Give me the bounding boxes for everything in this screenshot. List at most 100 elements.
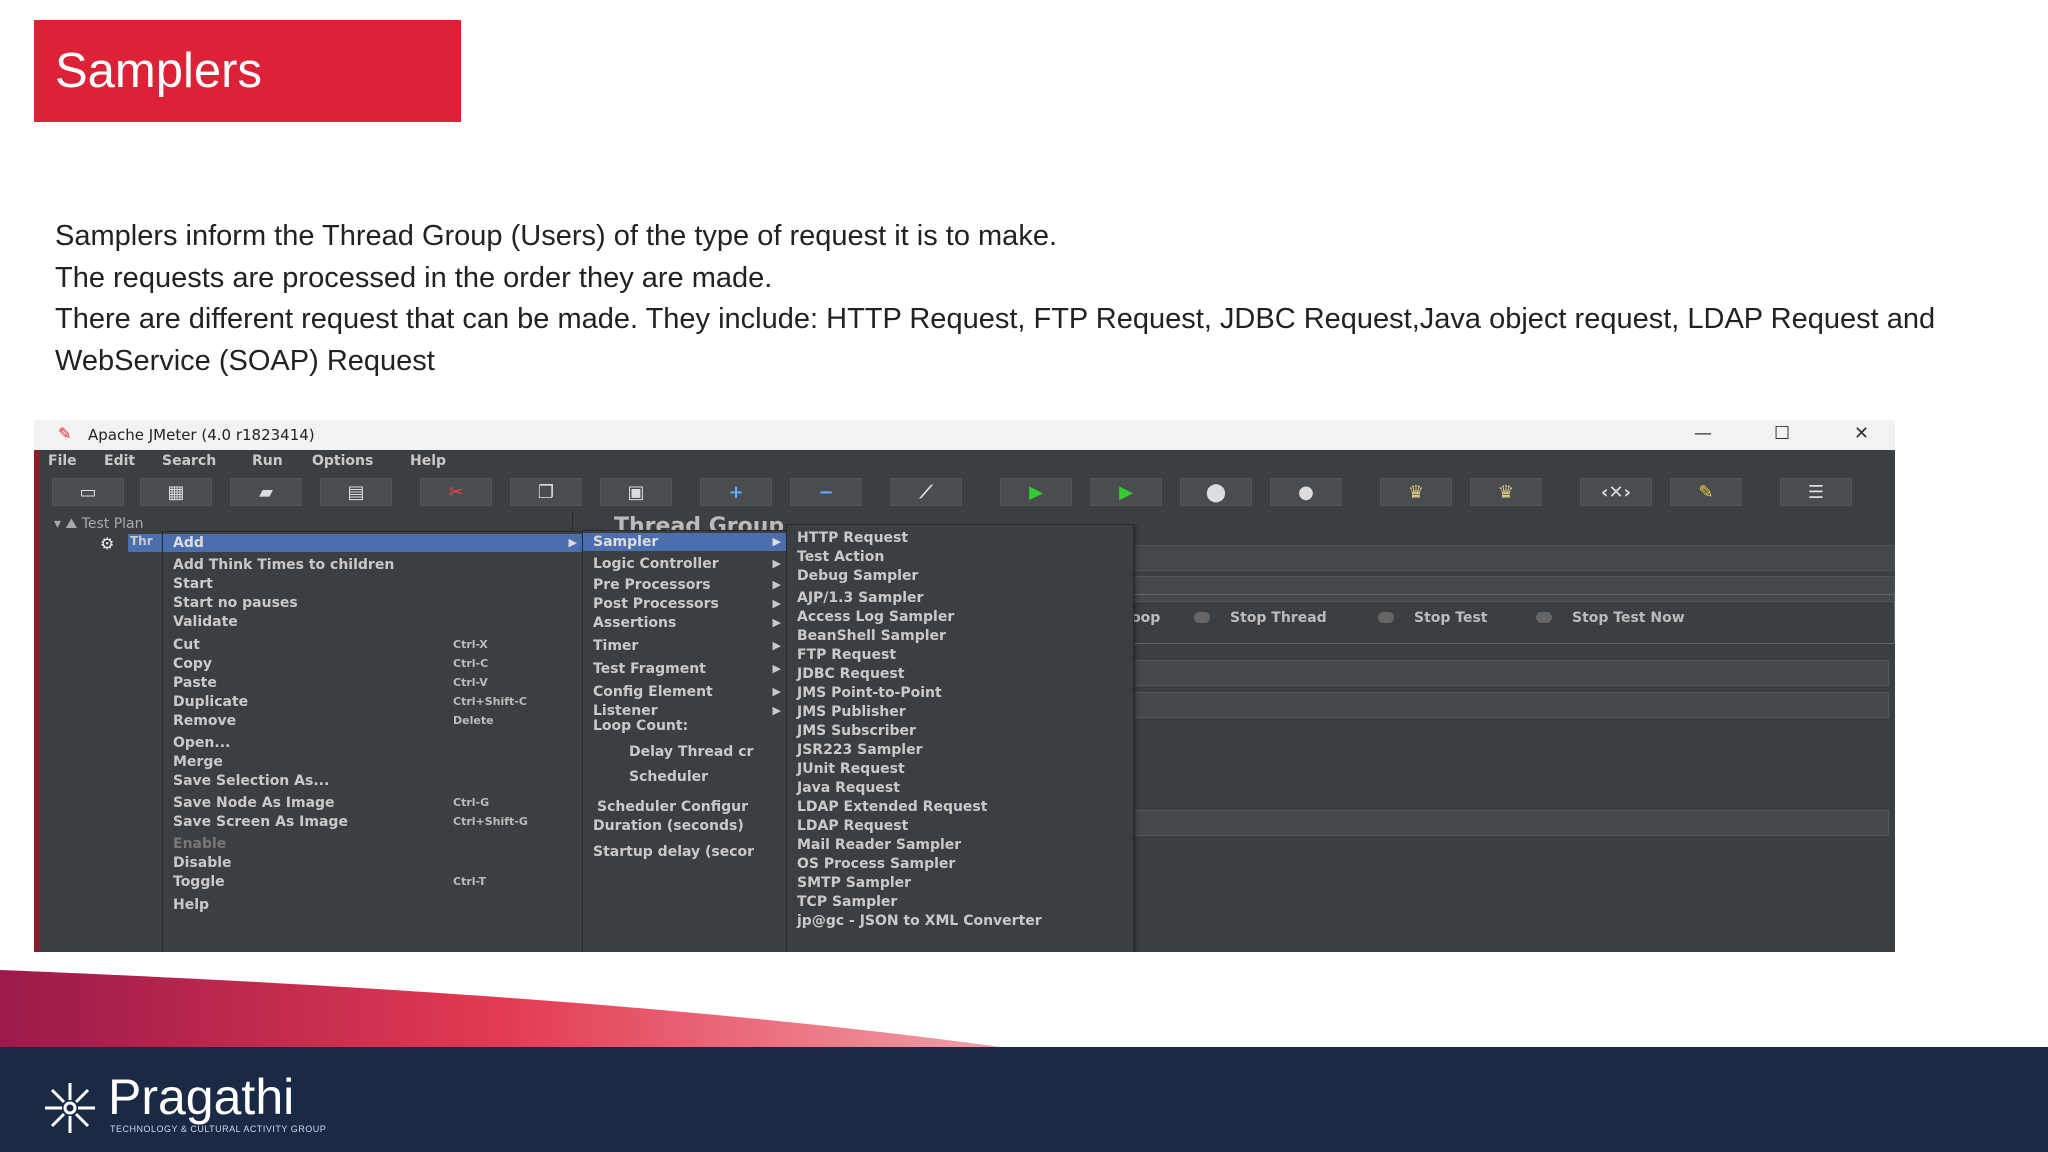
sampler-item[interactable]: JUnit Request bbox=[787, 760, 1133, 778]
close-icon[interactable]: ✕ bbox=[1854, 423, 1869, 444]
brand-tagline: TECHNOLOGY & CULTURAL ACTIVITY GROUP bbox=[110, 1124, 327, 1134]
submenu-item-pre-processors[interactable]: Pre Processors ▶ bbox=[583, 576, 787, 594]
sampler-item[interactable]: jp@gc - JSON to XML Converter bbox=[787, 912, 1133, 930]
sampler-item[interactable]: HTTP Request bbox=[787, 529, 1133, 547]
sampler-item[interactable]: JMS Publisher bbox=[787, 703, 1133, 721]
collapse-icon[interactable]: − bbox=[790, 478, 862, 506]
menu-item-help[interactable]: Help bbox=[163, 896, 583, 914]
new-icon[interactable]: ▭ bbox=[52, 478, 124, 506]
open-icon[interactable]: ▰ bbox=[230, 478, 302, 506]
menu-item-toggle[interactable]: Toggle Ctrl-T bbox=[163, 873, 583, 891]
scheduler-config-label: Scheduler Configur bbox=[597, 799, 749, 815]
sampler-item[interactable]: Debug Sampler bbox=[787, 567, 1133, 585]
sampler-item[interactable]: LDAP Request bbox=[787, 817, 1133, 835]
delay-thread-label[interactable]: Delay Thread cr bbox=[583, 743, 787, 761]
submenu-item-test-fragment[interactable]: Test Fragment ▶ bbox=[583, 660, 787, 678]
option-loop[interactable]: oop bbox=[1131, 610, 1160, 626]
menu-options[interactable]: Options bbox=[312, 453, 373, 469]
sampler-item[interactable]: Java Request bbox=[787, 779, 1133, 797]
expand-icon[interactable]: + bbox=[700, 478, 772, 506]
option-stop-test[interactable]: Stop Test bbox=[1414, 610, 1488, 626]
stop-icon[interactable]: ⬤ bbox=[1180, 478, 1252, 506]
sampler-item[interactable]: OS Process Sampler bbox=[787, 855, 1133, 873]
sampler-item[interactable]: Test Action bbox=[787, 548, 1133, 566]
sampler-item[interactable]: Mail Reader Sampler bbox=[787, 836, 1133, 854]
option-stop-thread[interactable]: Stop Thread bbox=[1230, 610, 1327, 626]
cut-icon[interactable]: ✂ bbox=[420, 478, 492, 506]
search-icon[interactable]: ‹✕› bbox=[1580, 478, 1652, 506]
threads-field[interactable] bbox=[1129, 660, 1889, 686]
submenu-item-assertions[interactable]: Assertions ▶ bbox=[583, 614, 787, 632]
menu-item-open[interactable]: Open... bbox=[163, 734, 583, 752]
function-helper-icon[interactable]: ☰ bbox=[1780, 478, 1852, 506]
sampler-item[interactable]: FTP Request bbox=[787, 646, 1133, 664]
templates-icon[interactable]: ▦ bbox=[140, 478, 212, 506]
tree-root-label: Test Plan bbox=[81, 516, 144, 532]
sampler-item[interactable]: JMS Point-to-Point bbox=[787, 684, 1133, 702]
sampler-item[interactable]: Access Log Sampler bbox=[787, 608, 1133, 626]
menu-item-remove[interactable]: Remove Delete bbox=[163, 712, 583, 730]
menu-item-paste[interactable]: Paste Ctrl-V bbox=[163, 674, 583, 692]
radio-stop-thread[interactable] bbox=[1194, 612, 1210, 623]
paste-icon[interactable]: ▣ bbox=[600, 478, 672, 506]
paragraph-1: Samplers inform the Thread Group (Users)… bbox=[55, 220, 1058, 252]
menubar: File Edit Search Run Options Help bbox=[34, 450, 1895, 473]
menu-item-save-screen-image[interactable]: Save Screen As Image Ctrl+Shift-G bbox=[163, 813, 583, 831]
tree-root[interactable]: ▾ ⛰ Test Plan bbox=[54, 516, 144, 532]
rampup-field[interactable] bbox=[1129, 692, 1889, 718]
sampler-item[interactable]: JSR223 Sampler bbox=[787, 741, 1133, 759]
menu-file[interactable]: File bbox=[48, 453, 77, 469]
menu-item-disable[interactable]: Disable bbox=[163, 854, 583, 872]
clear-all-icon[interactable]: ♛ bbox=[1470, 478, 1542, 506]
name-field[interactable] bbox=[1129, 545, 1895, 571]
submenu-item-config-element[interactable]: Config Element ▶ bbox=[583, 683, 787, 701]
menu-item-start[interactable]: Start bbox=[163, 575, 583, 593]
decorative-swoosh bbox=[0, 970, 1000, 1047]
sampler-item[interactable]: JMS Subscriber bbox=[787, 722, 1133, 740]
copy-icon[interactable]: ❐ bbox=[510, 478, 582, 506]
menu-item-save-node-image[interactable]: Save Node As Image Ctrl-G bbox=[163, 794, 583, 812]
scheduler-label[interactable]: Scheduler bbox=[583, 768, 787, 786]
menu-item-copy[interactable]: Copy Ctrl-C bbox=[163, 655, 583, 673]
menu-help[interactable]: Help bbox=[410, 453, 446, 469]
shutdown-icon[interactable]: ● bbox=[1270, 478, 1342, 506]
sampler-item[interactable]: AJP/1.3 Sampler bbox=[787, 589, 1133, 607]
slide-body: Samplers inform the Thread Group (Users)… bbox=[55, 216, 1955, 382]
clear-icon[interactable]: ♛ bbox=[1380, 478, 1452, 506]
submenu-item-sampler[interactable]: Sampler ▶ bbox=[583, 533, 787, 551]
startup-delay-field[interactable] bbox=[1129, 810, 1889, 836]
menu-item-add[interactable]: Add ▶ bbox=[163, 534, 583, 552]
start-no-pauses-icon[interactable]: ▶ bbox=[1090, 478, 1162, 506]
sampler-item[interactable]: LDAP Extended Request bbox=[787, 798, 1133, 816]
menu-item-start-no-pauses[interactable]: Start no pauses bbox=[163, 594, 583, 612]
menu-item-cut[interactable]: Cut Ctrl-X bbox=[163, 636, 583, 654]
minimize-icon[interactable]: — bbox=[1694, 423, 1712, 444]
loop-count-label: Loop Count: bbox=[593, 718, 689, 734]
sampler-item[interactable]: JDBC Request bbox=[787, 665, 1133, 683]
menu-item-save-selection[interactable]: Save Selection As... bbox=[163, 772, 583, 790]
radio-stop-test[interactable] bbox=[1378, 612, 1394, 623]
toolbar: ▭ ▦ ▰ ▤ ✂ ❐ ▣ + − ⟋ ▶ ▶ ⬤ ● ♛ ♛ ‹✕› ✎ ☰ bbox=[34, 472, 1895, 513]
sampler-item[interactable]: BeanShell Sampler bbox=[787, 627, 1133, 645]
menu-item-duplicate[interactable]: Duplicate Ctrl+Shift-C bbox=[163, 693, 583, 711]
radio-stop-test-now[interactable] bbox=[1536, 612, 1552, 623]
submenu-item-post-processors[interactable]: Post Processors ▶ bbox=[583, 595, 787, 613]
menu-edit[interactable]: Edit bbox=[104, 453, 135, 469]
context-menu: Add ▶ Add Think Times to children Start S… bbox=[162, 531, 584, 952]
start-icon[interactable]: ▶ bbox=[1000, 478, 1072, 506]
option-stop-test-now[interactable]: Stop Test Now bbox=[1572, 610, 1685, 626]
footer-bar bbox=[0, 1047, 2048, 1152]
menu-item-add-think-times[interactable]: Add Think Times to children bbox=[163, 556, 583, 574]
menu-item-merge[interactable]: Merge bbox=[163, 753, 583, 771]
sampler-item[interactable]: SMTP Sampler bbox=[787, 874, 1133, 892]
menu-run[interactable]: Run bbox=[252, 453, 283, 469]
menu-item-validate[interactable]: Validate bbox=[163, 613, 583, 631]
sampler-item[interactable]: TCP Sampler bbox=[787, 893, 1133, 911]
submenu-item-logic-controller[interactable]: Logic Controller ▶ bbox=[583, 555, 787, 573]
reset-search-icon[interactable]: ✎ bbox=[1670, 478, 1742, 506]
maximize-icon[interactable]: ☐ bbox=[1774, 423, 1790, 444]
menu-search[interactable]: Search bbox=[162, 453, 216, 469]
submenu-item-timer[interactable]: Timer ▶ bbox=[583, 637, 787, 655]
toggle-icon[interactable]: ⟋ bbox=[890, 478, 962, 506]
save-icon[interactable]: ▤ bbox=[320, 478, 392, 506]
